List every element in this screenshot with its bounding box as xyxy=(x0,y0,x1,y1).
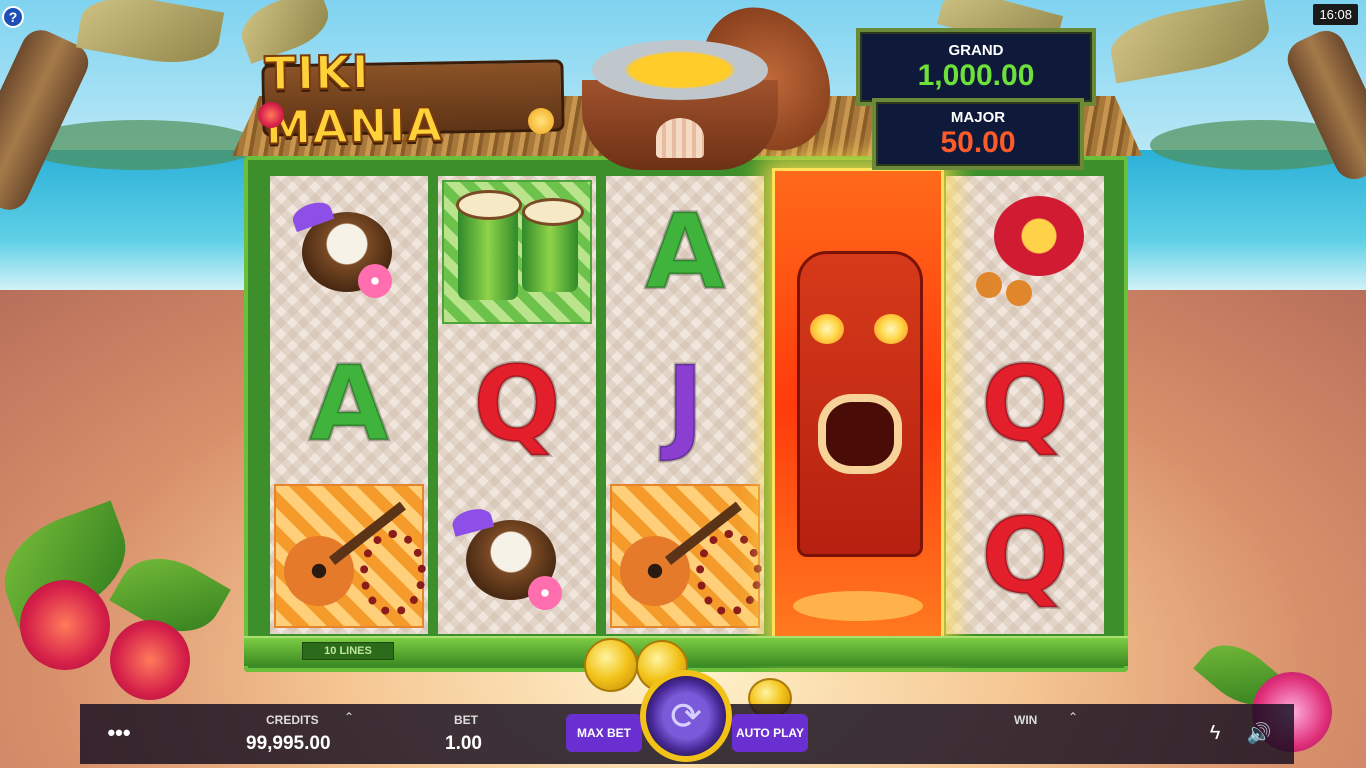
reel-1: A xyxy=(270,176,428,634)
bet-value: 1.00 xyxy=(445,733,482,754)
menu-button[interactable]: ••• xyxy=(104,718,134,748)
grand-label: GRAND xyxy=(948,41,1004,59)
tiki-wild-symbol xyxy=(772,168,944,644)
help-button[interactable]: ? xyxy=(2,6,24,28)
logo-flower xyxy=(258,102,284,128)
logo-flower xyxy=(528,108,554,134)
hibiscus-flower-left xyxy=(110,620,190,700)
palm-leaf xyxy=(1106,0,1274,84)
tiki-base xyxy=(793,591,923,621)
major-jackpot: MAJOR 50.00 xyxy=(872,98,1084,170)
bet-label: BET xyxy=(454,713,478,727)
auto-play-button[interactable]: AUTO PLAY xyxy=(732,714,808,752)
treasure-pot xyxy=(582,40,778,170)
letter-q-symbol: Q xyxy=(979,495,1070,617)
letter-a-symbol: A xyxy=(643,191,726,313)
win-label: WIN xyxy=(1014,713,1038,727)
major-label: MAJOR xyxy=(950,108,1006,126)
spin-arrow-icon: ⟳ xyxy=(670,695,702,738)
ukulele-symbol xyxy=(606,480,764,632)
clock: 16:08 xyxy=(1313,4,1358,25)
ukulele-symbol xyxy=(270,480,428,632)
letter-j-symbol: J xyxy=(664,343,706,465)
gold-coin xyxy=(584,638,638,692)
grand-jackpot: GRAND 1,000.00 xyxy=(856,28,1096,106)
reel-2: Q xyxy=(438,176,596,634)
tiki-eye xyxy=(810,314,844,344)
lei-maracas-symbol xyxy=(946,176,1104,328)
lines-indicator: 10 LINES xyxy=(302,642,394,660)
reel-3: A J xyxy=(606,176,764,634)
coconut-drink-symbol xyxy=(270,176,428,328)
letter-q-symbol: Q xyxy=(979,343,1070,465)
reel-5: Q Q xyxy=(946,176,1104,634)
letter-a-symbol: A xyxy=(307,343,390,465)
max-bet-button[interactable]: MAX BET xyxy=(566,714,642,752)
grand-value: 1,000.00 xyxy=(917,58,1035,92)
hibiscus-flower-left xyxy=(20,580,110,670)
letter-q-symbol: Q xyxy=(471,343,562,465)
sound-button[interactable]: 🔊 xyxy=(1244,718,1274,748)
palm-leaf xyxy=(75,0,225,72)
drums-symbol xyxy=(438,176,596,328)
game-logo: TIKI MANIA xyxy=(261,44,565,156)
tiki-eye xyxy=(874,314,908,344)
turbo-button[interactable]: ϟ xyxy=(1200,718,1230,748)
coconut-drink-symbol xyxy=(438,480,596,632)
chevron-up-icon[interactable]: ⌃ xyxy=(1068,710,1078,724)
credits-label: CREDITS xyxy=(266,713,319,727)
lightning-icon: ϟ xyxy=(1209,721,1221,744)
speaker-icon: 🔊 xyxy=(1246,722,1272,745)
spin-button[interactable]: ⟳ xyxy=(640,670,732,762)
tiki-face xyxy=(797,251,923,557)
tiki-mouth xyxy=(818,394,902,474)
chevron-up-icon[interactable]: ⌃ xyxy=(344,710,354,724)
credits-value: 99,995.00 xyxy=(246,733,331,754)
major-value: 50.00 xyxy=(940,125,1016,159)
ellipsis-icon: ••• xyxy=(107,720,131,745)
